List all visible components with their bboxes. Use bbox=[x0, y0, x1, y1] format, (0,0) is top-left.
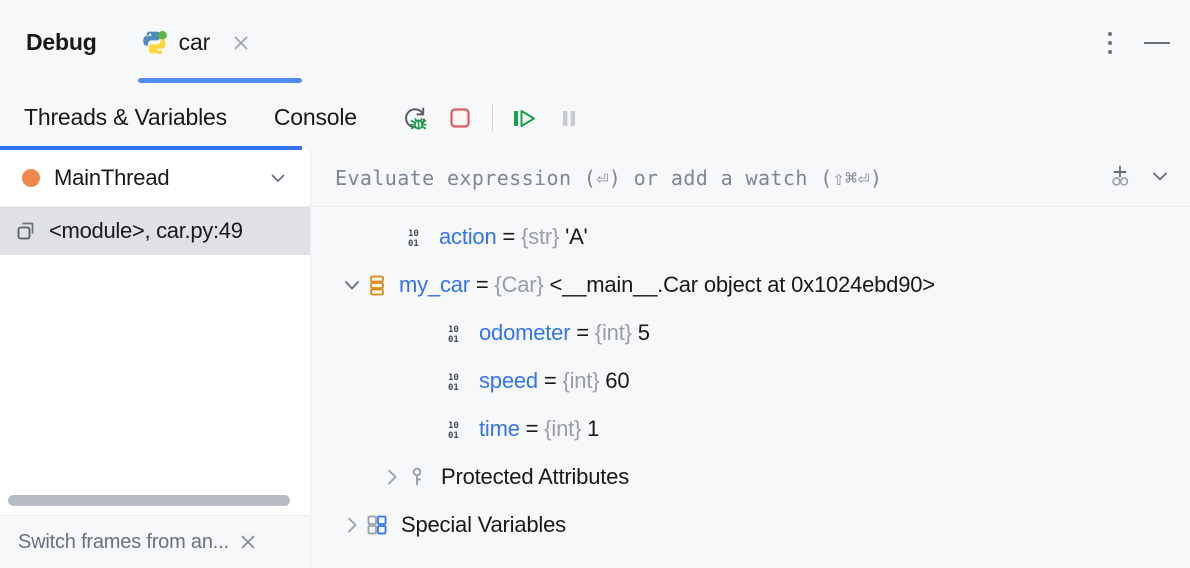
svg-text:10: 10 bbox=[448, 421, 459, 431]
variable-row-my-car[interactable]: my_car = {Car} <__main__.Car object at 0… bbox=[311, 261, 1190, 309]
svg-text:10: 10 bbox=[408, 229, 419, 239]
stop-icon[interactable] bbox=[438, 96, 482, 140]
stack-frame-row[interactable]: <module>, car.py:49 bbox=[0, 207, 310, 255]
pause-icon bbox=[547, 96, 591, 140]
debug-tool-window: Debug car bbox=[0, 0, 1190, 568]
thread-name-label: MainThread bbox=[54, 165, 169, 191]
variable-value: <__main__.Car object at 0x1024ebd90> bbox=[550, 272, 935, 297]
frame-icon bbox=[14, 219, 38, 243]
variable-equals: = bbox=[470, 272, 494, 297]
svg-text:01: 01 bbox=[448, 431, 459, 441]
chevron-expanded-icon[interactable] bbox=[339, 272, 365, 298]
resume-icon[interactable] bbox=[503, 96, 547, 140]
variable-name: time bbox=[479, 416, 520, 441]
key-icon bbox=[405, 465, 429, 489]
svg-text:10: 10 bbox=[448, 373, 459, 383]
thread-status-icon bbox=[22, 169, 40, 187]
title-bar: Debug car bbox=[0, 0, 1190, 85]
active-run-tab-underline bbox=[138, 78, 302, 83]
chevron-right-icon[interactable] bbox=[339, 512, 365, 538]
variable-row-time[interactable]: 10 01 time = {int} 1 bbox=[311, 405, 1190, 453]
horizontal-scrollbar[interactable] bbox=[8, 495, 290, 506]
run-tab-label: car bbox=[179, 29, 211, 56]
svg-text:10: 10 bbox=[448, 325, 459, 335]
variable-name: my_car bbox=[399, 272, 470, 297]
variable-name: odometer bbox=[479, 320, 570, 345]
chevron-down-icon[interactable] bbox=[1148, 164, 1172, 193]
variable-group-label: Protected Attributes bbox=[441, 464, 629, 490]
variable-row-action[interactable]: 10 01 action = {str} 'A' bbox=[311, 213, 1190, 261]
binary-value-icon: 10 01 bbox=[445, 417, 469, 441]
variable-type: {int} bbox=[595, 320, 632, 345]
chevron-right-icon[interactable] bbox=[379, 464, 405, 490]
window-controls bbox=[1100, 0, 1172, 85]
variable-value: 60 bbox=[605, 368, 629, 393]
close-icon[interactable] bbox=[232, 34, 250, 52]
threads-panel: MainThread <module>, car.py:49 Switch fr… bbox=[0, 150, 311, 568]
evaluate-expression-bar bbox=[311, 150, 1190, 207]
variable-type: {Car} bbox=[494, 272, 543, 297]
variable-equals: = bbox=[520, 416, 544, 441]
variable-name: action bbox=[439, 224, 497, 249]
variables-panel: 10 01 action = {str} 'A' bbox=[311, 150, 1190, 568]
binary-value-icon: 10 01 bbox=[405, 225, 429, 249]
svg-text:01: 01 bbox=[448, 335, 459, 345]
variable-row-protected-attributes[interactable]: Protected Attributes bbox=[311, 453, 1190, 501]
frames-status-bar: Switch frames from an... bbox=[0, 515, 310, 568]
toolbar-buttons bbox=[394, 85, 591, 150]
close-icon[interactable] bbox=[239, 533, 257, 551]
chevron-down-icon[interactable] bbox=[268, 168, 288, 188]
thread-selector[interactable]: MainThread bbox=[0, 150, 310, 207]
variable-equals: = bbox=[570, 320, 594, 345]
kebab-menu-icon[interactable] bbox=[1100, 32, 1120, 54]
toolbar-separator bbox=[492, 104, 493, 132]
tab-console[interactable]: Console bbox=[274, 104, 357, 131]
object-icon bbox=[365, 273, 389, 297]
add-watch-icon[interactable] bbox=[1106, 162, 1134, 195]
special-vars-icon bbox=[365, 513, 389, 537]
variable-type: {str} bbox=[521, 224, 559, 249]
variable-value: 1 bbox=[587, 416, 599, 441]
variables-tree: 10 01 action = {str} 'A' bbox=[311, 207, 1190, 549]
svg-text:01: 01 bbox=[448, 383, 459, 393]
variable-type: {int} bbox=[562, 368, 599, 393]
tab-threads-and-variables[interactable]: Threads & Variables bbox=[24, 104, 227, 131]
variable-value: 5 bbox=[638, 320, 650, 345]
python-icon bbox=[142, 30, 168, 56]
svg-text:01: 01 bbox=[408, 239, 419, 249]
evaluate-actions bbox=[1106, 162, 1172, 195]
variable-row-speed[interactable]: 10 01 speed = {int} 60 bbox=[311, 357, 1190, 405]
status-message: Switch frames from an... bbox=[18, 531, 229, 554]
variable-row-odometer[interactable]: 10 01 odometer = {int} 5 bbox=[311, 309, 1190, 357]
evaluate-expression-input[interactable] bbox=[333, 165, 1106, 191]
variable-equals: = bbox=[497, 224, 521, 249]
binary-value-icon: 10 01 bbox=[445, 321, 469, 345]
twisty-placeholder bbox=[419, 320, 445, 346]
variable-row-special-variables[interactable]: Special Variables bbox=[311, 501, 1190, 549]
binary-value-icon: 10 01 bbox=[445, 369, 469, 393]
rerun-debug-icon[interactable] bbox=[394, 96, 438, 140]
variable-type: {int} bbox=[544, 416, 581, 441]
page-title: Debug bbox=[26, 29, 97, 56]
minimize-icon[interactable] bbox=[1142, 33, 1172, 53]
twisty-placeholder bbox=[419, 416, 445, 442]
variable-name: speed bbox=[479, 368, 538, 393]
twisty-placeholder bbox=[379, 224, 405, 250]
variable-equals: = bbox=[538, 368, 562, 393]
variable-group-label: Special Variables bbox=[401, 512, 566, 538]
debug-toolbar: Threads & Variables Console bbox=[0, 85, 1190, 151]
twisty-placeholder bbox=[419, 368, 445, 394]
stack-frame-label: <module>, car.py:49 bbox=[49, 218, 243, 244]
run-configuration-tab[interactable]: car bbox=[142, 0, 251, 85]
variable-value: 'A' bbox=[565, 224, 587, 249]
